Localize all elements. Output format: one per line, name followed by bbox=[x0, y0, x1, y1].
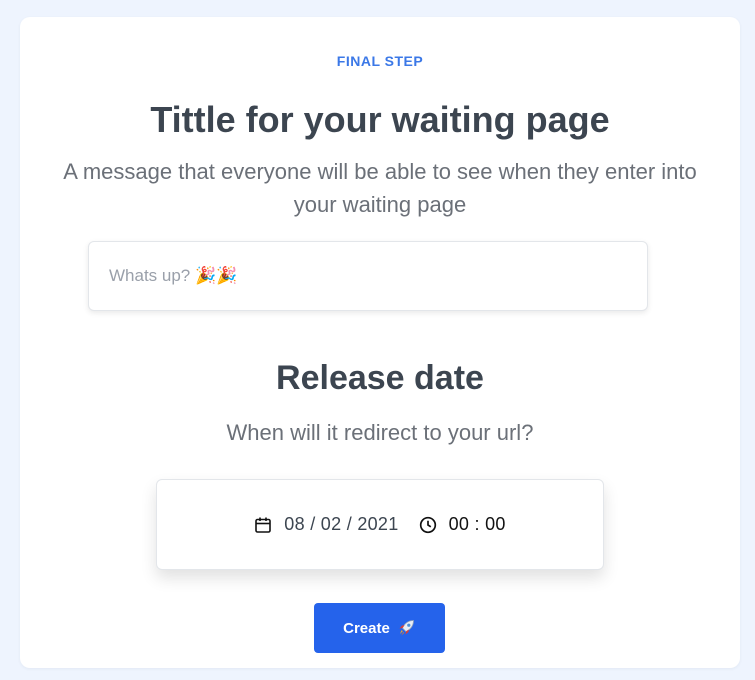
time-field[interactable]: 00 : 00 bbox=[419, 514, 506, 535]
rocket-icon bbox=[396, 618, 416, 638]
waiting-page-form-card: FINAL STEP Tittle for your waiting page … bbox=[20, 17, 740, 668]
time-value[interactable]: 00 : 00 bbox=[449, 514, 506, 535]
date-value[interactable]: 08 / 02 / 2021 bbox=[284, 514, 398, 535]
date-field[interactable]: 08 / 02 / 2021 bbox=[254, 514, 418, 535]
datetime-picker[interactable]: 08 / 02 / 2021 00 : 00 bbox=[156, 479, 604, 570]
clock-icon[interactable] bbox=[419, 516, 437, 534]
calendar-icon[interactable] bbox=[254, 516, 272, 534]
message-input[interactable] bbox=[88, 241, 648, 311]
release-date-title: Release date bbox=[276, 359, 484, 397]
create-button[interactable]: Create bbox=[314, 603, 445, 653]
page-title: Tittle for your waiting page bbox=[150, 99, 610, 140]
step-label: FINAL STEP bbox=[336, 53, 424, 69]
release-date-subtitle: When will it redirect to your url? bbox=[226, 420, 534, 445]
page-subtitle: A message that everyone will be able to … bbox=[63, 159, 697, 217]
create-button-label: Create bbox=[343, 619, 390, 637]
